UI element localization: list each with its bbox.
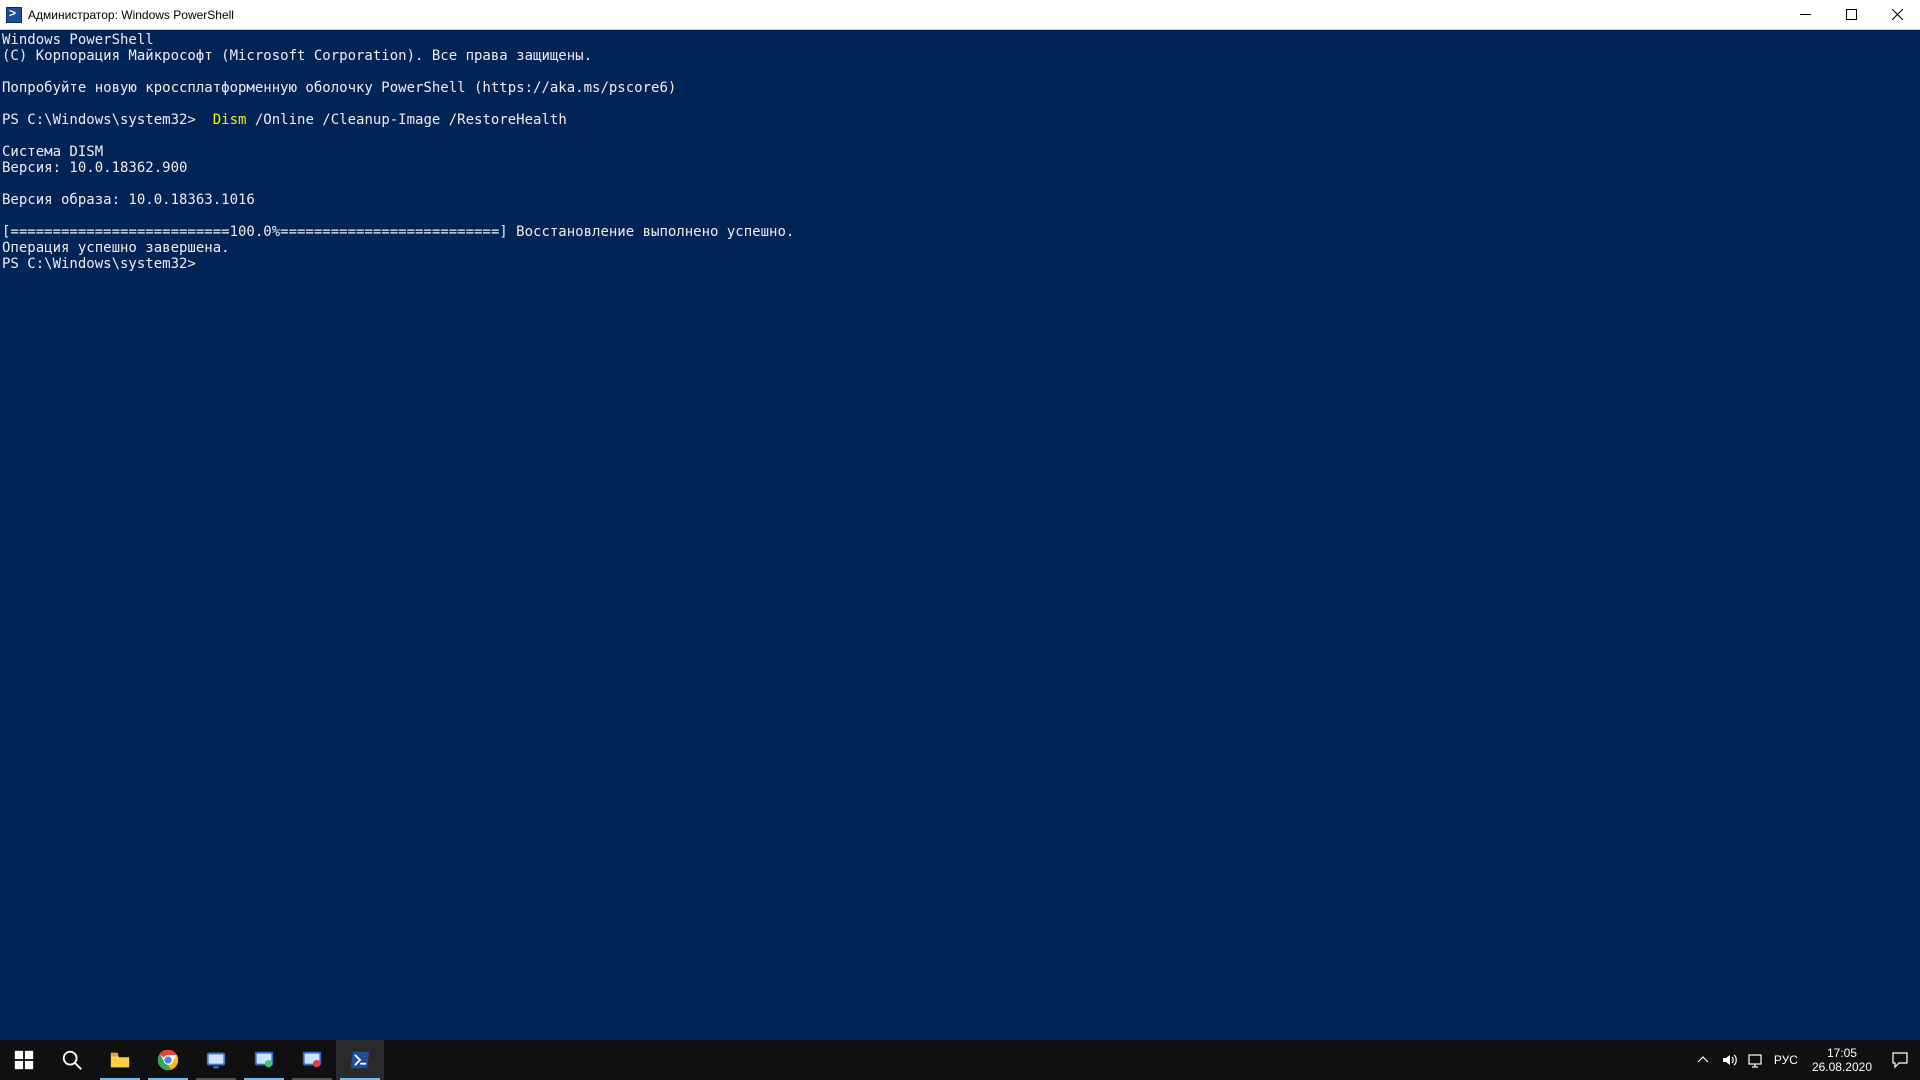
taskbar-clock[interactable]: 17:05 26.08.2020 bbox=[1804, 1040, 1880, 1080]
aida-icon bbox=[252, 1048, 276, 1072]
taskbar-left bbox=[0, 1040, 384, 1080]
terminal-line: Версия: 10.0.18362.900 bbox=[2, 160, 187, 176]
chevron-up-icon bbox=[1695, 1052, 1711, 1068]
tray-volume-button[interactable] bbox=[1716, 1040, 1742, 1080]
language-indicator[interactable]: РУС bbox=[1768, 1040, 1804, 1080]
window-titlebar: Администратор: Windows PowerShell bbox=[0, 0, 1920, 30]
powershell-icon bbox=[6, 7, 22, 23]
windows-logo-icon bbox=[13, 1049, 35, 1071]
command-dism: Dism bbox=[204, 112, 246, 128]
prompt-path: PS C:\Windows\system32> bbox=[2, 112, 204, 128]
search-icon bbox=[61, 1049, 83, 1071]
file-explorer-icon bbox=[108, 1048, 132, 1072]
terminal-line: [==========================100.0%=======… bbox=[2, 224, 794, 240]
remote-desktop-icon bbox=[204, 1048, 228, 1072]
powershell-taskbar-icon bbox=[348, 1048, 372, 1072]
terminal-line: Попробуйте новую кроссплатформенную обол… bbox=[2, 80, 676, 96]
taskbar-app-chrome[interactable] bbox=[144, 1040, 192, 1080]
chrome-icon bbox=[156, 1048, 180, 1072]
tray-network-button[interactable] bbox=[1742, 1040, 1768, 1080]
terminal-area[interactable]: Windows PowerShell (C) Корпорация Майкро… bbox=[0, 30, 1920, 1040]
close-button[interactable] bbox=[1874, 0, 1920, 29]
tray-overflow-button[interactable] bbox=[1690, 1040, 1716, 1080]
terminal-line: Windows PowerShell bbox=[2, 32, 154, 48]
taskbar-app-remote-desktop[interactable] bbox=[192, 1040, 240, 1080]
terminal-line: Версия образа: 10.0.18363.1016 bbox=[2, 192, 255, 208]
minimize-button[interactable] bbox=[1782, 0, 1828, 29]
snipping-tool-icon bbox=[300, 1048, 324, 1072]
notification-icon bbox=[1891, 1051, 1909, 1069]
terminal-line: (C) Корпорация Майкрософт (Microsoft Cor… bbox=[2, 48, 592, 64]
maximize-button[interactable] bbox=[1828, 0, 1874, 29]
window-controls bbox=[1782, 0, 1920, 29]
taskbar-app-snip[interactable] bbox=[288, 1040, 336, 1080]
taskbar-app-powershell[interactable] bbox=[336, 1040, 384, 1080]
volume-icon bbox=[1721, 1052, 1737, 1068]
start-button[interactable] bbox=[0, 1040, 48, 1080]
network-icon bbox=[1747, 1052, 1763, 1068]
clock-date: 26.08.2020 bbox=[1812, 1060, 1872, 1074]
taskbar-right: РУС 17:05 26.08.2020 bbox=[1690, 1040, 1920, 1080]
window-title: Администратор: Windows PowerShell bbox=[28, 8, 234, 22]
action-center-button[interactable] bbox=[1880, 1040, 1920, 1080]
terminal-line: Операция успешно завершена. bbox=[2, 240, 230, 256]
taskbar-app-file-explorer[interactable] bbox=[96, 1040, 144, 1080]
taskbar-app-aida[interactable] bbox=[240, 1040, 288, 1080]
taskbar: РУС 17:05 26.08.2020 bbox=[0, 1040, 1920, 1080]
prompt-path: PS C:\Windows\system32> bbox=[2, 256, 196, 272]
command-args: /Online /Cleanup-Image /RestoreHealth bbox=[246, 112, 566, 128]
titlebar-left: Администратор: Windows PowerShell bbox=[0, 7, 234, 23]
search-button[interactable] bbox=[48, 1040, 96, 1080]
terminal-line: Система DISM bbox=[2, 144, 103, 160]
clock-time: 17:05 bbox=[1812, 1046, 1872, 1060]
